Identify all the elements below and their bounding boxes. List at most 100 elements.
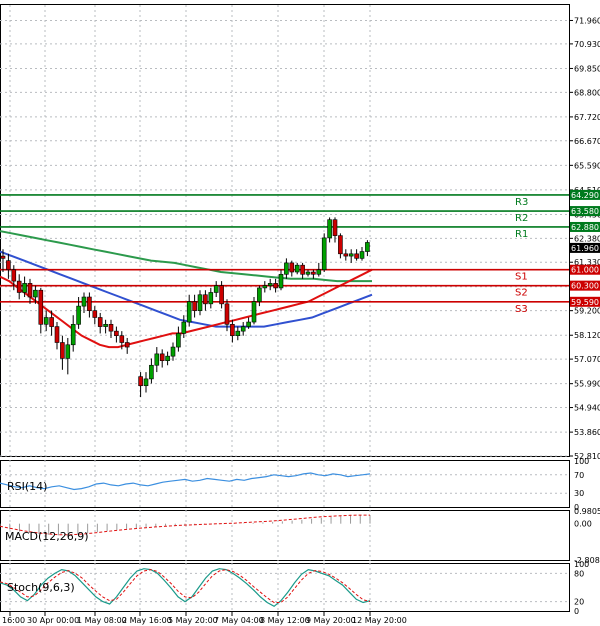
candle-body-up [176, 333, 181, 348]
candle-body-up [294, 264, 300, 273]
candle-body-up [103, 324, 108, 327]
candle-body-down [49, 317, 54, 327]
candle-body-up [348, 253, 354, 257]
candle-body-up [240, 326, 246, 332]
candle-body-down [138, 376, 143, 387]
candle-body-up [170, 346, 176, 357]
candle-body-up [149, 364, 154, 380]
candle-body-down [343, 253, 349, 257]
rsi-tick-label: 30 [574, 489, 584, 498]
candle-body-up [359, 251, 365, 259]
candle-body-up [70, 324, 76, 346]
candle-body-up [154, 353, 160, 366]
candle-body-down [27, 283, 33, 298]
level-price-tag-label: 64.290 [571, 191, 599, 200]
time-tick-label: 5 May 20:00 [168, 616, 218, 625]
candle-body-up [321, 237, 327, 271]
candle-body-up [316, 269, 322, 275]
time-tick-label: 30 Apr 00:00 [27, 616, 79, 625]
candle-body-down [300, 264, 305, 275]
macd-tick-label: 0.00 [574, 520, 592, 529]
time-tick-label: 1 May 08:00 [77, 616, 127, 625]
macd-tick-label: 0.9805 [574, 507, 600, 516]
price-tick-label: 59.200 [574, 307, 600, 316]
candle-body-down [54, 326, 60, 343]
candle-body-down [0, 255, 6, 259]
candle-body-down [192, 301, 197, 311]
candle-body-up [257, 287, 262, 302]
level-price-tag-label: 63.580 [571, 207, 599, 216]
stoch-label: Stoch(9,6,3) [7, 581, 75, 594]
stoch-tick-label: 20 [574, 598, 584, 607]
price-tick-label: 57.070 [574, 355, 600, 364]
macd-label: MACD(12,26,9) [5, 530, 89, 543]
stoch-tick-label: 100 [574, 560, 589, 569]
price-tick-label: 68.800 [574, 88, 600, 97]
forex-chart: R3 R2 R1 S1 S2 S3 71.960 70.930 69.850 68.800 67.… [0, 0, 600, 626]
price-tick-label: 62.380 [574, 234, 600, 243]
candle-body-down [338, 235, 343, 255]
candle-body-up [181, 321, 187, 334]
candle-body-up [43, 317, 49, 325]
candle-body-down [224, 303, 230, 325]
candle-body-down [87, 296, 92, 311]
level-price-tag-label: 60.300 [571, 282, 599, 291]
candle-body-down [203, 294, 208, 305]
level-name-r1: R1 [515, 229, 528, 240]
time-tick-label: 8 May 12:00 [260, 616, 310, 625]
level-name-r2: R2 [515, 213, 528, 224]
candle-body-down [11, 269, 17, 282]
candle-body-down [92, 310, 98, 318]
time-tick-label: 9 May 20:00 [306, 616, 356, 625]
candle-body-up [213, 285, 219, 293]
candle-body-down [219, 285, 224, 305]
stoch-tick-label: 80 [574, 569, 584, 578]
price-tick-label: 65.590 [574, 161, 600, 170]
candle-body-up [246, 321, 251, 327]
level-name-s2: S2 [515, 288, 528, 299]
candle-body-up [33, 289, 38, 298]
level-price-tag-label: 61.000 [571, 266, 599, 275]
level-name-s3: S3 [515, 304, 528, 315]
rsi-label: RSI(14) [7, 480, 47, 493]
candle-body-up [251, 301, 257, 323]
candle-body-down [354, 253, 359, 259]
candle-body-up [143, 378, 149, 387]
candle-body-up [284, 262, 289, 275]
candle-body-up [186, 301, 192, 323]
candle-body-down [311, 271, 316, 275]
candle-body-up [267, 283, 273, 286]
candle-body-down [289, 262, 295, 273]
candle-body-down [60, 342, 65, 359]
time-tick-label: 7 May 04:00 [214, 616, 264, 625]
time-tick-label: 12 May 20:00 [352, 616, 407, 625]
current-price-label: 61.960 [571, 244, 599, 253]
candle-body-down [332, 219, 338, 236]
price-tick-label: 67.720 [574, 113, 600, 122]
rsi-tick-label: 100 [574, 457, 589, 466]
candle-body-down [114, 330, 119, 336]
candle-body-down [230, 324, 235, 336]
candle-body-down [273, 283, 278, 289]
candle-body-down [108, 324, 114, 332]
candle-body-down [159, 353, 165, 362]
level-price-tag-label: 59.590 [571, 298, 599, 307]
candle-body-down [97, 317, 103, 327]
chart-background [0, 0, 600, 626]
price-tick-label: 58.120 [574, 331, 600, 340]
rsi-tick-label: 70 [574, 471, 584, 480]
candle-body-up [262, 285, 268, 289]
time-tick-label: 16:00 [2, 616, 25, 625]
candle-body-up [327, 219, 332, 239]
candle-body-up [165, 355, 170, 362]
candle-body-up [365, 242, 370, 252]
price-tick-label: 71.960 [574, 16, 600, 25]
candle-body-up [76, 305, 81, 325]
candle-body-up [197, 294, 203, 311]
candle-body-up [65, 344, 71, 359]
level-name-r3: R3 [515, 197, 528, 208]
candle-body-up [81, 296, 87, 307]
price-tick-label: 54.940 [574, 404, 600, 413]
price-tick-label: 69.850 [574, 64, 600, 73]
candle-body-down [16, 280, 22, 293]
